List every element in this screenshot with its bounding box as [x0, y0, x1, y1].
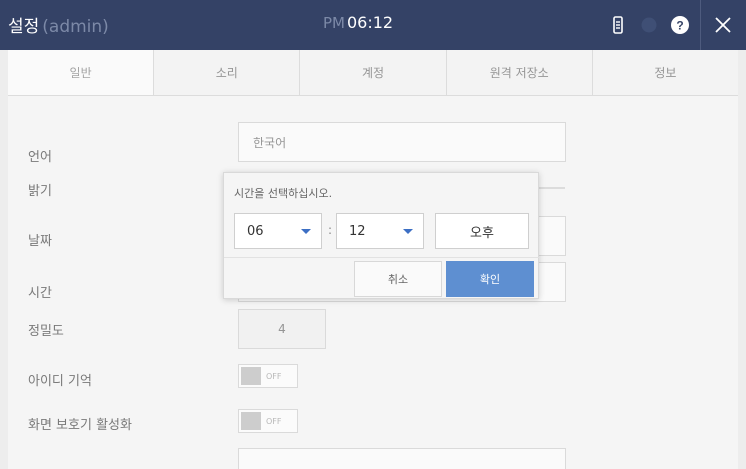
cancel-button[interactable]: 취소 — [354, 261, 442, 297]
hour-value: 06 — [247, 223, 264, 239]
minute-select[interactable]: 12 — [336, 213, 424, 249]
time-picker-dialog: 시간을 선택하십시오. 06 : 12 오후 취소 확인 — [223, 172, 540, 299]
dialog-prompt: 시간을 선택하십시오. — [234, 187, 333, 200]
ampm-toggle-button[interactable]: 오후 — [435, 213, 529, 249]
chevron-down-icon — [301, 229, 311, 234]
dialog-divider — [224, 257, 540, 258]
minute-value: 12 — [349, 223, 366, 239]
hour-select[interactable]: 06 — [234, 213, 322, 249]
confirm-button[interactable]: 확인 — [446, 261, 534, 297]
chevron-down-icon — [403, 229, 413, 234]
time-separator: : — [328, 223, 333, 237]
